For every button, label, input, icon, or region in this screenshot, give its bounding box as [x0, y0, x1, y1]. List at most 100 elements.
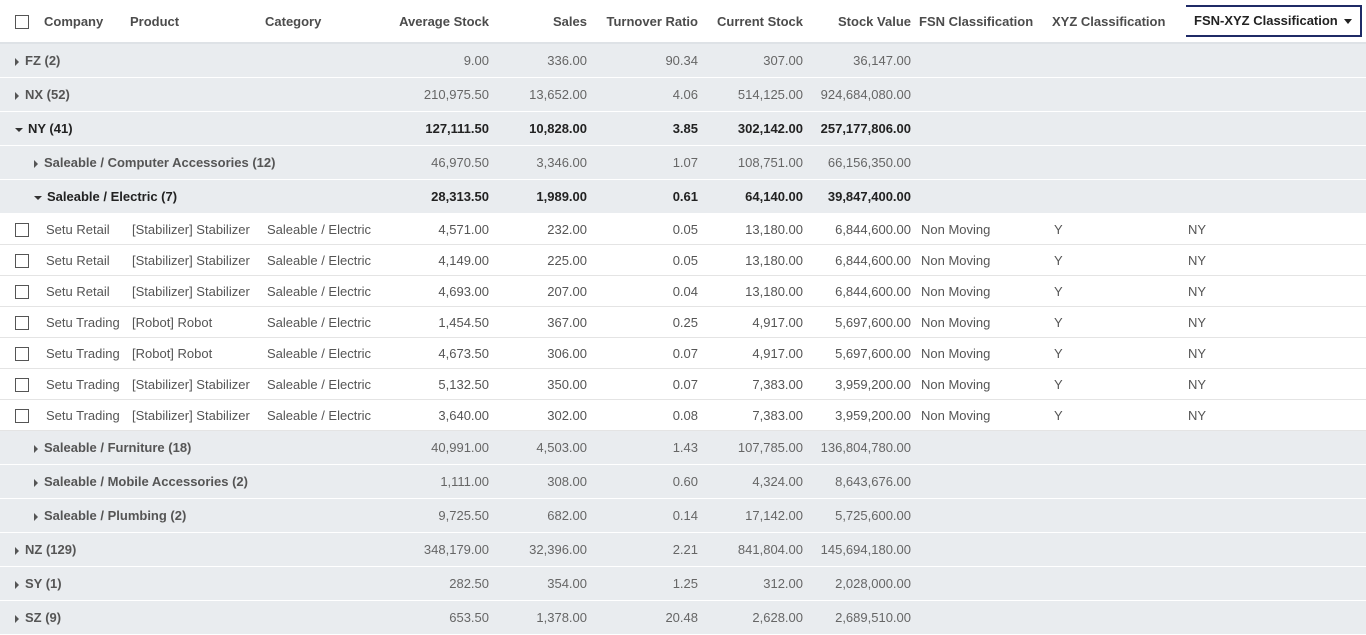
group-sales: 13,652.00: [497, 77, 595, 112]
group-turnover: 90.34: [595, 43, 706, 78]
col-current-stock[interactable]: Current Stock: [706, 0, 811, 44]
cell-sales: 225.00: [497, 244, 595, 276]
group-label: NY (41): [28, 121, 73, 136]
cell-sales: 302.00: [497, 399, 595, 431]
row-checkbox[interactable]: [15, 222, 29, 237]
cell-category: Saleable / Electric: [265, 399, 375, 431]
table-row[interactable]: Setu Retail [Stabilizer] Stabilizer Sale…: [0, 244, 1366, 276]
subgroup-stock-value: 136,804,780.00: [811, 430, 919, 465]
group-row-sy[interactable]: SY (1) 282.50 354.00 1.25 312.00 2,028,0…: [0, 566, 1366, 601]
group-stock-value: 145,694,180.00: [811, 532, 919, 567]
subgroup-row-furniture[interactable]: Saleable / Furniture (18) 40,991.00 4,50…: [0, 430, 1366, 465]
col-sales[interactable]: Sales: [497, 0, 595, 44]
group-sales: 1,378.00: [497, 600, 595, 635]
cell-fsn: Non Moving: [919, 368, 1052, 400]
group-row-nz[interactable]: NZ (129) 348,179.00 32,396.00 2.21 841,8…: [0, 532, 1366, 567]
caret-right-icon: [34, 478, 38, 487]
col-fsn-classification[interactable]: FSN Classification: [919, 0, 1052, 44]
group-row-sz[interactable]: SZ (9) 653.50 1,378.00 20.48 2,628.00 2,…: [0, 600, 1366, 635]
cell-turnover: 0.07: [595, 368, 706, 400]
cell-fsn-xyz: NY: [1186, 337, 1366, 369]
header-row: Company Product Category Average Stock S…: [0, 0, 1366, 44]
table-row[interactable]: Setu Retail [Stabilizer] Stabilizer Sale…: [0, 275, 1366, 307]
cell-company: Setu Trading: [44, 306, 130, 338]
cell-category: Saleable / Electric: [265, 306, 375, 338]
select-all-cell[interactable]: [0, 0, 44, 44]
cell-sales: 350.00: [497, 368, 595, 400]
row-checkbox[interactable]: [15, 346, 29, 361]
table-row[interactable]: Setu Trading [Robot] Robot Saleable / El…: [0, 306, 1366, 338]
cell-turnover: 0.25: [595, 306, 706, 338]
col-turnover-ratio[interactable]: Turnover Ratio: [595, 0, 706, 44]
subgroup-row-mobile-accessories[interactable]: Saleable / Mobile Accessories (2) 1,111.…: [0, 464, 1366, 499]
subgroup-turnover: 1.43: [595, 430, 706, 465]
chevron-down-icon: [1343, 19, 1352, 25]
table-row[interactable]: Setu Trading [Stabilizer] Stabilizer Sal…: [0, 399, 1366, 431]
subgroup-row-computer-accessories[interactable]: Saleable / Computer Accessories (12) 46,…: [0, 145, 1366, 180]
col-stock-value[interactable]: Stock Value: [811, 0, 919, 44]
table-row[interactable]: Setu Retail [Stabilizer] Stabilizer Sale…: [0, 213, 1366, 245]
cell-category: Saleable / Electric: [265, 213, 375, 245]
row-checkbox[interactable]: [15, 253, 29, 268]
cell-fsn-xyz: NY: [1186, 244, 1366, 276]
cell-current-stock: 4,917.00: [706, 337, 811, 369]
cell-fsn: Non Moving: [919, 244, 1052, 276]
subgroup-row-plumbing[interactable]: Saleable / Plumbing (2) 9,725.50 682.00 …: [0, 498, 1366, 533]
table-row[interactable]: Setu Trading [Robot] Robot Saleable / El…: [0, 337, 1366, 369]
group-stock-value: 2,028,000.00: [811, 566, 919, 601]
cell-xyz: Y: [1052, 306, 1186, 338]
cell-product: [Stabilizer] Stabilizer: [130, 275, 265, 307]
col-fsn-xyz-classification[interactable]: FSN-XYZ Classification: [1186, 0, 1366, 44]
subgroup-sales: 682.00: [497, 498, 595, 533]
cell-current-stock: 7,383.00: [706, 399, 811, 431]
row-checkbox[interactable]: [15, 284, 29, 299]
cell-fsn-xyz: NY: [1186, 275, 1366, 307]
cell-turnover: 0.05: [595, 244, 706, 276]
group-stock-value: 257,177,806.00: [811, 111, 919, 146]
group-label: SZ (9): [25, 610, 62, 625]
fsn-xyz-header-button[interactable]: FSN-XYZ Classification: [1186, 5, 1362, 37]
col-category[interactable]: Category: [265, 0, 375, 44]
subgroup-row-electric[interactable]: Saleable / Electric (7) 28,313.50 1,989.…: [0, 179, 1366, 214]
cell-xyz: Y: [1052, 368, 1186, 400]
subgroup-label: Saleable / Mobile Accessories (2): [44, 474, 248, 489]
cell-product: [Stabilizer] Stabilizer: [130, 244, 265, 276]
group-label: SY (1): [25, 576, 62, 591]
cell-company: Setu Trading: [44, 368, 130, 400]
group-stock-value: 36,147.00: [811, 43, 919, 78]
table-row[interactable]: Setu Trading [Stabilizer] Stabilizer Sal…: [0, 368, 1366, 400]
group-row-nx[interactable]: NX (52) 210,975.50 13,652.00 4.06 514,12…: [0, 77, 1366, 112]
cell-sales: 306.00: [497, 337, 595, 369]
cell-fsn: Non Moving: [919, 337, 1052, 369]
col-product[interactable]: Product: [130, 0, 265, 44]
row-checkbox[interactable]: [15, 315, 29, 330]
subgroup-label: Saleable / Plumbing (2): [44, 508, 187, 523]
group-stock-value: 2,689,510.00: [811, 600, 919, 635]
row-checkbox[interactable]: [15, 408, 29, 423]
group-turnover: 2.21: [595, 532, 706, 567]
subgroup-sales: 4,503.00: [497, 430, 595, 465]
group-avg-stock: 653.50: [375, 600, 497, 635]
cell-current-stock: 13,180.00: [706, 213, 811, 245]
cell-category: Saleable / Electric: [265, 275, 375, 307]
group-row-ny[interactable]: NY (41) 127,111.50 10,828.00 3.85 302,14…: [0, 111, 1366, 146]
cell-company: Setu Trading: [44, 399, 130, 431]
group-current-stock: 2,628.00: [706, 600, 811, 635]
group-row-fz[interactable]: FZ (2) 9.00 336.00 90.34 307.00 36,147.0…: [0, 43, 1366, 78]
row-checkbox[interactable]: [15, 377, 29, 392]
cell-company: Setu Trading: [44, 337, 130, 369]
cell-product: [Robot] Robot: [130, 306, 265, 338]
select-all-checkbox[interactable]: [15, 14, 29, 29]
caret-right-icon: [15, 57, 19, 66]
cell-avg-stock: 1,454.50: [375, 306, 497, 338]
subgroup-current-stock: 4,324.00: [706, 464, 811, 499]
col-company[interactable]: Company: [44, 0, 130, 44]
group-current-stock: 514,125.00: [706, 77, 811, 112]
col-xyz-classification[interactable]: XYZ Classification: [1052, 0, 1186, 44]
group-label: NZ (129): [25, 542, 77, 557]
cell-stock-value: 6,844,600.00: [811, 213, 919, 245]
cell-sales: 367.00: [497, 306, 595, 338]
subgroup-sales: 3,346.00: [497, 145, 595, 180]
col-average-stock[interactable]: Average Stock: [375, 0, 497, 44]
subgroup-avg-stock: 46,970.50: [375, 145, 497, 180]
